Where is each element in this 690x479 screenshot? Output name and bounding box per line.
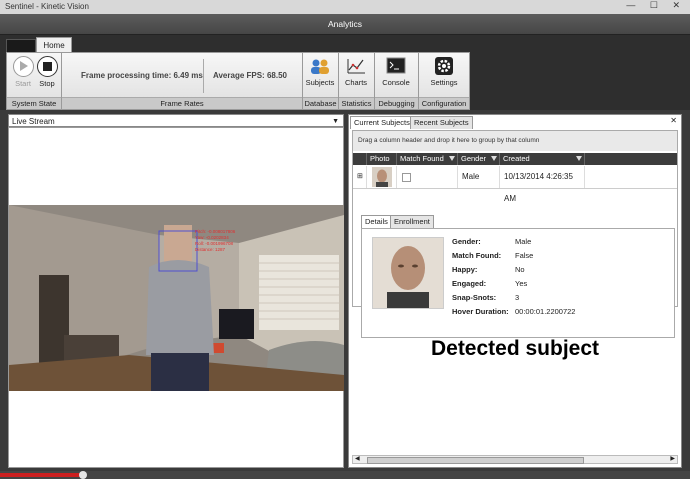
average-fps: Average FPS: 68.50 xyxy=(213,71,287,80)
stop-label: Stop xyxy=(39,79,55,88)
detected-subject-caption: Detected subject xyxy=(430,337,600,360)
app-header: Analytics xyxy=(0,14,690,35)
debugging-label: Debugging xyxy=(375,97,418,109)
stop-icon xyxy=(36,56,58,77)
chart-icon xyxy=(345,56,367,76)
table-row[interactable]: ⊞ Male 10/13/2014 4:26:35 AM xyxy=(353,166,677,203)
filter-icon[interactable] xyxy=(576,156,582,161)
column-match-found[interactable]: Match Found xyxy=(397,153,458,165)
start-label: Start xyxy=(15,79,31,88)
subject-photo-thumb xyxy=(367,166,397,188)
filter-icon[interactable] xyxy=(491,156,497,161)
debugging-group: Console Debugging xyxy=(374,52,419,110)
configuration-label: Configuration xyxy=(419,97,469,109)
column-photo[interactable]: Photo xyxy=(367,153,397,165)
scrollbar-thumb[interactable] xyxy=(367,457,584,464)
detail-value-happy: No xyxy=(515,265,525,274)
playback-progress-bar[interactable] xyxy=(0,471,690,479)
charts-button[interactable]: Charts xyxy=(341,56,371,87)
face-tracking-overlay: Pitch: -0.008017806 Yaw: -0.0202834 Roll… xyxy=(195,229,235,253)
overlay-distance: Distance: 1287 xyxy=(195,247,226,252)
column-created-label: Created xyxy=(503,154,530,163)
detail-label-hover-duration: Hover Duration: xyxy=(452,307,509,316)
horizontal-scrollbar[interactable]: ◀ ▶ xyxy=(352,455,678,464)
settings-label: Settings xyxy=(430,78,458,87)
database-group: Subjects Database xyxy=(302,52,339,110)
statistics-label: Statistics xyxy=(339,97,374,109)
column-match-found-label: Match Found xyxy=(400,154,444,163)
expand-icon[interactable]: ⊞ xyxy=(353,166,367,188)
tab-details[interactable]: Details xyxy=(361,215,392,228)
scroll-left-icon[interactable]: ◀ xyxy=(355,455,360,462)
console-label: Console xyxy=(382,78,410,87)
configuration-group: Settings Configuration xyxy=(418,52,470,110)
frame-processing-time: Frame processing time: 6.49 ms xyxy=(81,71,203,80)
video-scene xyxy=(9,205,344,391)
frame-rates-label: Frame Rates xyxy=(62,97,302,109)
title-bar: Sentinel - Kinetic Vision — ☐ ✕ xyxy=(0,0,690,15)
console-icon xyxy=(385,56,407,76)
match-found-checkbox[interactable] xyxy=(397,166,458,188)
details-pane: Gender: Male Match Found: False Happy: N… xyxy=(361,228,675,338)
tab-current-subjects[interactable]: Current Subjects xyxy=(350,116,414,129)
tab-enrollment[interactable]: Enrollment xyxy=(390,215,434,228)
detail-label-snap-snots: Snap-Snots: xyxy=(452,293,497,302)
charts-label: Charts xyxy=(344,78,368,87)
playback-scrubber[interactable] xyxy=(79,471,87,479)
tab-recent-subjects[interactable]: Recent Subjects xyxy=(410,116,473,129)
playback-progress-fill xyxy=(0,473,83,477)
detail-value-hover-duration: 00:00:01.2200722 xyxy=(515,307,576,316)
window-title: Sentinel - Kinetic Vision xyxy=(5,2,89,11)
detail-label-engaged: Engaged: xyxy=(452,279,487,288)
ribbon-tab-row: Home xyxy=(0,35,690,54)
frame-rates-group: Frame processing time: 6.49 ms Average F… xyxy=(61,52,303,110)
created-cell: 10/13/2014 4:26:35 AM xyxy=(500,166,585,203)
expander-header xyxy=(353,153,367,165)
subjects-icon xyxy=(309,56,331,76)
system-state-group: Start Stop System State xyxy=(6,52,62,110)
detail-label-match-found: Match Found: xyxy=(452,251,502,260)
subjects-grid: Drag a column header and drop it here to… xyxy=(352,130,678,338)
column-gender[interactable]: Gender xyxy=(458,153,500,165)
database-label: Database xyxy=(303,97,338,109)
tab-home[interactable]: Home xyxy=(36,37,72,53)
live-video-feed: Pitch: -0.008017806 Yaw: -0.0202834 Roll… xyxy=(9,205,344,391)
play-icon xyxy=(12,56,34,77)
app-header-title: Analytics xyxy=(327,19,362,29)
window-controls[interactable]: — ☐ ✕ xyxy=(626,0,686,11)
column-created[interactable]: Created xyxy=(500,153,585,165)
stream-select-value: Live Stream xyxy=(12,117,55,126)
column-gender-label: Gender xyxy=(461,154,487,163)
detail-label-happy: Happy: xyxy=(452,265,478,274)
divider xyxy=(203,59,204,93)
stream-select[interactable]: Live Stream ▼ xyxy=(8,114,344,127)
ribbon: Start Stop System State Frame processing… xyxy=(0,52,690,110)
gear-icon xyxy=(433,56,455,76)
detail-value-match-found: False xyxy=(515,251,534,260)
subject-photo xyxy=(372,237,444,309)
detail-label-gender: Gender: xyxy=(452,237,481,246)
close-icon[interactable]: ✕ xyxy=(670,116,677,125)
statistics-group: Charts Statistics xyxy=(338,52,375,110)
scroll-right-icon[interactable]: ▶ xyxy=(670,455,675,462)
subjects-panel: Current Subjects Recent Subjects ✕ Drag … xyxy=(348,114,682,468)
detail-value-gender: Male xyxy=(515,237,532,246)
detail-value-snap-snots: 3 xyxy=(515,293,520,302)
settings-button[interactable]: Settings xyxy=(429,56,459,87)
detail-value-engaged: Yes xyxy=(515,279,528,288)
group-by-hint: Drag a column header and drop it here to… xyxy=(353,131,677,151)
subjects-label: Subjects xyxy=(305,78,335,87)
filter-icon[interactable] xyxy=(449,156,455,161)
grid-header: Photo Match Found Gender Created xyxy=(353,153,677,165)
gender-cell: Male xyxy=(458,166,500,188)
console-button[interactable]: Console xyxy=(381,56,411,87)
subjects-button[interactable]: Subjects xyxy=(305,56,335,87)
stop-button[interactable]: Stop xyxy=(32,56,62,88)
system-state-label: System State xyxy=(7,97,61,109)
